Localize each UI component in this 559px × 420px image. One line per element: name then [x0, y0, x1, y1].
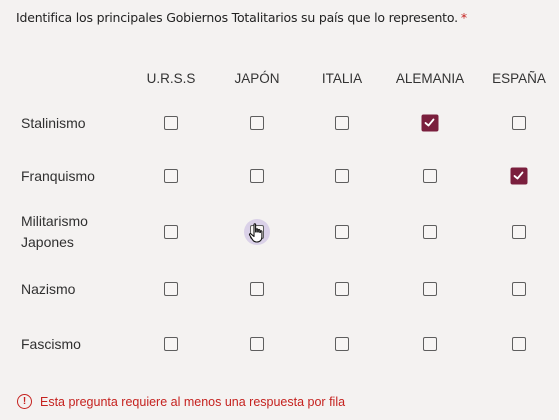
error-text: Esta pregunta requiere al menos una resp…: [40, 394, 346, 409]
checkbox-urss-row5[interactable]: [164, 337, 178, 351]
question-title: Identifica los principales Gobiernos Tot…: [16, 10, 467, 25]
column-header: ESPAÑA: [492, 71, 546, 86]
row-label-line: Stalinismo: [21, 114, 86, 131]
checkbox-urss-row1[interactable]: [164, 116, 178, 130]
row-label: Nazismo: [21, 279, 75, 300]
question-text: Identifica los principales Gobiernos Tot…: [16, 10, 458, 25]
checkbox-alemania-row4[interactable]: [423, 282, 437, 296]
checkmark-icon: [513, 171, 524, 180]
row-label-line: Fascismo: [21, 335, 81, 352]
checkbox-japón-row2[interactable]: [250, 169, 264, 183]
checkmark-icon: [424, 118, 435, 127]
validation-error: ! Esta pregunta requiere al menos una re…: [17, 394, 345, 409]
row-label: Franquismo: [21, 166, 95, 187]
exclamation-icon: !: [17, 394, 32, 409]
checkbox-urss-row3[interactable]: [164, 225, 178, 239]
checkbox-italia-row1[interactable]: [335, 116, 349, 130]
checkbox-españa-row1[interactable]: [512, 116, 526, 130]
checkbox-italia-row3[interactable]: [335, 225, 349, 239]
checkbox-italia-row4[interactable]: [335, 282, 349, 296]
checkbox-urss-row4[interactable]: [164, 282, 178, 296]
checkbox-japón-row5[interactable]: [250, 337, 264, 351]
checkbox-españa-row2[interactable]: [510, 167, 528, 185]
row-label: Militarismo Japones: [21, 211, 88, 253]
required-asterisk: *: [460, 10, 467, 25]
row-label-line: Japones: [21, 234, 74, 250]
row-label: Stalinismo: [21, 113, 86, 134]
checkbox-italia-row2[interactable]: [335, 169, 349, 183]
row-label-line: Militarismo: [21, 213, 88, 229]
checkbox-alemania-row2[interactable]: [423, 169, 437, 183]
checkbox-alemania-row1[interactable]: [421, 114, 439, 132]
checkbox-italia-row5[interactable]: [335, 337, 349, 351]
checkbox-alemania-row3[interactable]: [423, 225, 437, 239]
checkbox-japón-row1[interactable]: [250, 116, 264, 130]
column-header: U.R.S.S: [146, 71, 196, 86]
hand-pointer-icon: [248, 222, 266, 244]
column-header: ITALIA: [321, 71, 363, 86]
column-header: ALEMANIA: [395, 71, 465, 86]
checkbox-alemania-row5[interactable]: [423, 337, 437, 351]
row-label-line: Nazismo: [21, 280, 76, 297]
column-header: JAPÓN: [234, 71, 280, 86]
checkbox-urss-row2[interactable]: [164, 169, 178, 183]
checkbox-españa-row3[interactable]: [512, 225, 526, 239]
row-label: Fascismo: [21, 334, 81, 355]
checkbox-japón-row4[interactable]: [250, 282, 264, 296]
row-label-line: Franquismo: [21, 167, 95, 184]
checkbox-españa-row5[interactable]: [512, 337, 526, 351]
checkbox-españa-row4[interactable]: [512, 282, 526, 296]
